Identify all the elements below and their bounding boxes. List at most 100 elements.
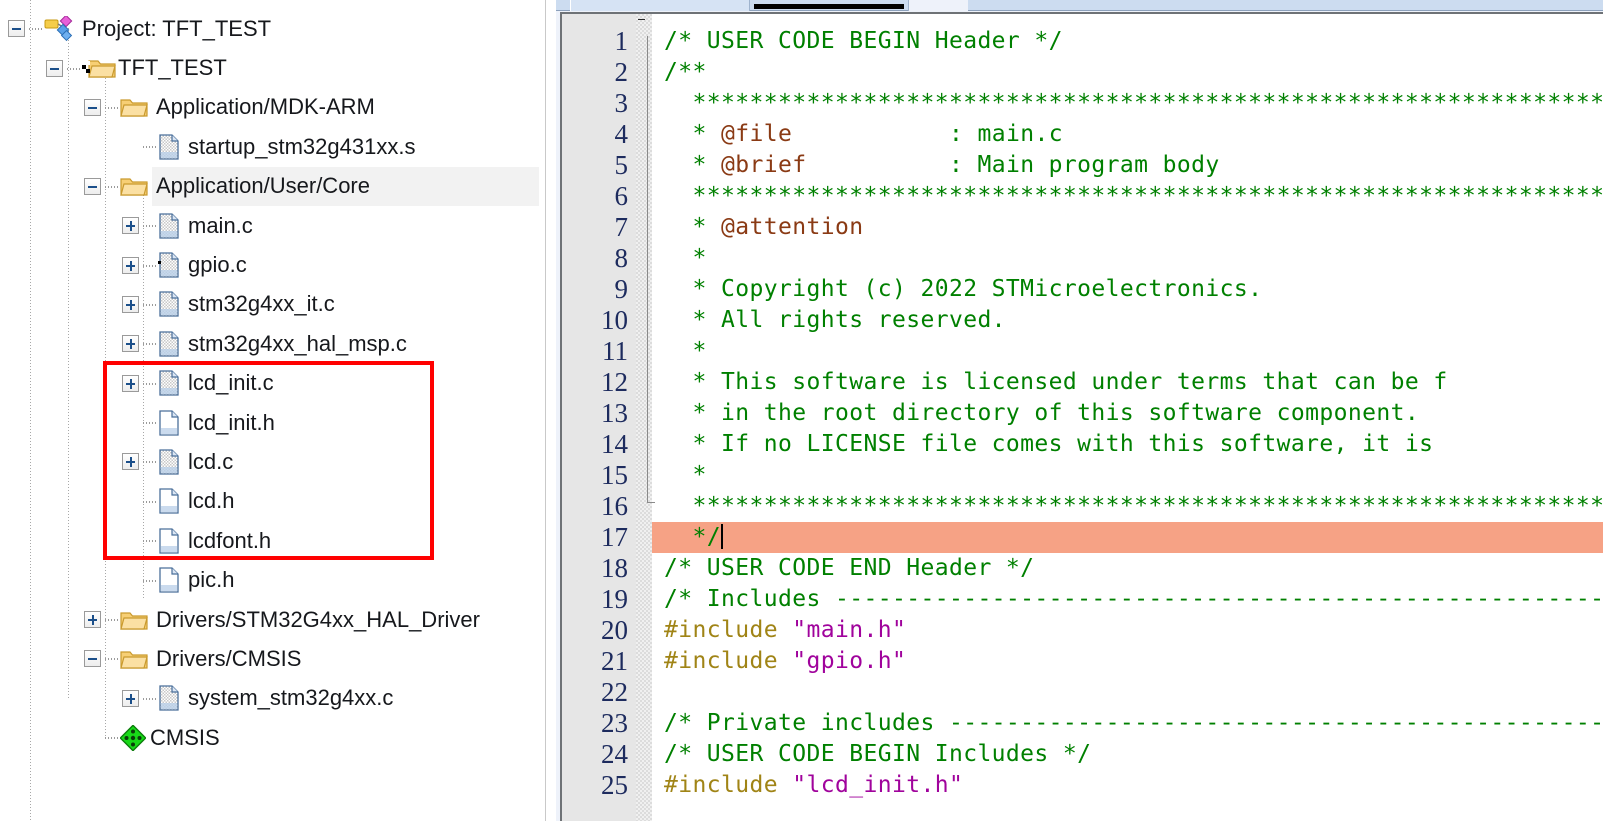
tree-item-system-stm32g4xx-c[interactable]: system_stm32g4xx.c bbox=[0, 679, 545, 718]
editor-tab-strip[interactable] bbox=[556, 0, 1603, 11]
line-number: 12 bbox=[601, 367, 628, 397]
collapse-minus-icon[interactable] bbox=[84, 177, 101, 195]
file-source-icon bbox=[158, 212, 180, 239]
tree-item-label: lcdfont.h bbox=[188, 527, 272, 553]
code-line[interactable]: /* Includes ----------------------------… bbox=[664, 584, 1603, 615]
line-number: 24 bbox=[601, 739, 628, 769]
code-line[interactable]: * All rights reserved. bbox=[664, 305, 1006, 336]
tree-item-lcd-c[interactable]: lcd.c bbox=[0, 442, 545, 481]
code-line[interactable]: * Copyright (c) 2022 STMicroelectronics. bbox=[664, 274, 1262, 305]
code-line[interactable]: * @brief : Main program body bbox=[664, 150, 1220, 181]
code-line[interactable]: * bbox=[664, 336, 707, 367]
code-line[interactable]: #include "gpio.h" bbox=[664, 646, 906, 677]
fold-range-line bbox=[647, 36, 648, 502]
tree-item-project-tft-test[interactable]: Project: TFT_TEST bbox=[0, 9, 545, 48]
fold-range-foot bbox=[647, 502, 655, 503]
expand-plus-icon[interactable] bbox=[122, 689, 139, 707]
tree-connector bbox=[105, 658, 120, 661]
tree-connector bbox=[143, 579, 158, 582]
file-source-icon bbox=[158, 370, 180, 396]
code-line[interactable]: */ bbox=[652, 522, 1603, 553]
tree-item-label: lcd_init.c bbox=[188, 370, 274, 396]
code-line[interactable]: * in the root directory of this software… bbox=[664, 398, 1419, 429]
line-number: 14 bbox=[601, 429, 628, 459]
code-line[interactable]: #include "lcd_init.h" bbox=[664, 770, 963, 801]
code-line[interactable]: /* USER CODE END Header */ bbox=[664, 553, 1034, 584]
line-number: 9 bbox=[614, 274, 629, 304]
tree-item-startup-stm32g431xx-s[interactable]: startup_stm32g431xx.s bbox=[0, 127, 545, 166]
tree-item-application-mdk-arm[interactable]: Application/MDK-ARM bbox=[0, 88, 545, 127]
file-header-icon bbox=[158, 488, 180, 515]
code-line[interactable]: /* Private includes --------------------… bbox=[664, 708, 1603, 739]
collapse-minus-icon[interactable] bbox=[84, 98, 101, 116]
line-number: 3 bbox=[614, 88, 629, 118]
project-explorer-pane[interactable]: Project: TFT_TEST TFT_TEST Application/MDK… bbox=[0, 0, 546, 821]
collapse-minus-icon[interactable] bbox=[46, 59, 63, 77]
code-line[interactable]: * If no LICENSE file comes with this sof… bbox=[664, 429, 1433, 460]
code-folding-column[interactable] bbox=[636, 14, 655, 821]
tree-connector bbox=[29, 28, 44, 31]
code-line[interactable]: /* USER CODE BEGIN Includes */ bbox=[664, 739, 1091, 770]
tab-secondary[interactable] bbox=[908, 0, 968, 11]
line-number: 10 bbox=[601, 305, 628, 335]
expand-plus-icon[interactable] bbox=[122, 374, 139, 392]
code-line[interactable]: * @file : main.c bbox=[664, 119, 1063, 150]
line-number: 18 bbox=[601, 553, 628, 583]
code-line[interactable]: /* USER CODE BEGIN Header */ bbox=[664, 26, 1063, 57]
folder-icon bbox=[120, 648, 148, 670]
tree-connector bbox=[143, 697, 158, 700]
code-line[interactable]: * @attention bbox=[664, 212, 863, 243]
tree-item-cmsis[interactable]: CMSIS bbox=[0, 718, 545, 757]
code-line[interactable]: * bbox=[664, 243, 707, 274]
tree-item-drivers-stm32g4xx-hal-driver[interactable]: Drivers/STM32G4xx_HAL_Driver bbox=[0, 600, 545, 639]
tree-item-pic-h[interactable]: pic.h bbox=[0, 560, 545, 599]
tree-item-main-c[interactable]: main.c bbox=[0, 206, 545, 245]
expand-plus-icon[interactable] bbox=[122, 453, 139, 471]
line-number: 17 bbox=[601, 522, 628, 552]
tree-item-application-user-core[interactable]: Application/User/Core bbox=[0, 166, 545, 207]
expand-plus-icon[interactable] bbox=[122, 295, 139, 313]
tree-item-lcd-init-c[interactable]: lcd_init.c bbox=[0, 364, 545, 403]
tree-item-tft-test[interactable]: TFT_TEST bbox=[0, 48, 545, 87]
tree-item-stm32g4xx-hal-msp-c[interactable]: stm32g4xx_hal_msp.c bbox=[0, 324, 545, 363]
editor-pane: 1 2 3 4 5 6 7 8 9 10 11 12 13 14 15 16 17 18 19 20 21 22 23 24 2… bbox=[556, 0, 1603, 821]
expand-plus-icon[interactable] bbox=[122, 217, 139, 235]
cmsis-diamond-icon bbox=[119, 724, 147, 752]
code-line[interactable]: ****************************************… bbox=[664, 88, 1603, 119]
code-line[interactable]: #include "main.h" bbox=[664, 615, 906, 646]
expand-plus-icon[interactable] bbox=[84, 611, 101, 629]
tree-connector bbox=[143, 264, 158, 267]
code-line[interactable]: * bbox=[664, 460, 707, 491]
project-tree[interactable]: Project: TFT_TEST TFT_TEST Application/MDK… bbox=[0, 0, 545, 821]
expand-plus-icon[interactable] bbox=[122, 335, 139, 353]
code-line[interactable]: ****************************************… bbox=[664, 491, 1603, 522]
tree-connector bbox=[143, 461, 158, 464]
tree-item-lcdfont-h[interactable]: lcdfont.h bbox=[0, 521, 545, 560]
file-source-flag-icon bbox=[152, 252, 180, 278]
collapse-minus-icon[interactable] bbox=[8, 20, 25, 38]
collapse-minus-icon[interactable] bbox=[84, 650, 101, 668]
tree-item-drivers-cmsis[interactable]: Drivers/CMSIS bbox=[0, 639, 545, 678]
expand-plus-icon[interactable] bbox=[122, 256, 139, 274]
tab-main-c[interactable] bbox=[570, 0, 750, 11]
line-number: 25 bbox=[601, 770, 628, 800]
code-line[interactable]: * This software is licensed under terms … bbox=[664, 367, 1448, 398]
line-number: 7 bbox=[614, 212, 629, 242]
project-icon bbox=[44, 14, 74, 42]
tree-item-gpio-c[interactable]: gpio.c bbox=[0, 245, 545, 284]
tree-item-stm32g4xx-it-c[interactable]: stm32g4xx_it.c bbox=[0, 285, 545, 324]
tree-item-lcd-init-h[interactable]: lcd_init.h bbox=[0, 403, 545, 442]
file-source-icon bbox=[158, 449, 180, 475]
code-text-area[interactable]: /* USER CODE BEGIN Header *//** ********… bbox=[652, 14, 1603, 821]
code-line[interactable]: /** bbox=[664, 57, 707, 88]
tree-item-label: main.c bbox=[188, 212, 253, 238]
code-line[interactable]: ****************************************… bbox=[664, 181, 1603, 212]
tree-item-lcd-h[interactable]: lcd.h bbox=[0, 482, 545, 521]
